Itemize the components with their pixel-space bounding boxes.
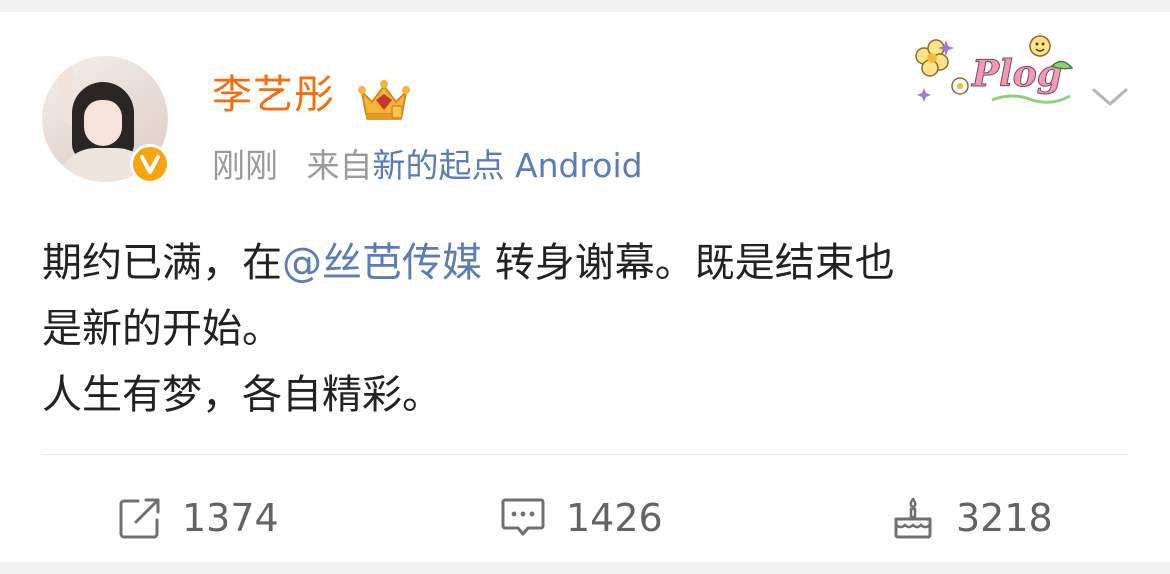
comment-button[interactable]: 1426 bbox=[500, 490, 663, 546]
share-icon bbox=[119, 498, 160, 539]
like-count: 3218 bbox=[956, 496, 1053, 540]
post-content: 期约已满，在@丝芭传媒 转身谢幕。既是结束也 是新的开始。 人生有梦，各自精彩。 bbox=[42, 230, 1132, 428]
birthday-cake-like-icon bbox=[894, 497, 932, 539]
plog-text: Plog bbox=[971, 53, 1062, 95]
content-line-1: 期约已满，在@丝芭传媒 转身谢幕。既是结束也 bbox=[42, 230, 1132, 296]
weibo-post-card: 李艺彤 刚刚 来自新的起点 Android Plog 期约已满，在@丝芭传媒 转… bbox=[0, 12, 1170, 562]
content-line-3: 人生有梦，各自精彩。 bbox=[42, 372, 442, 418]
comment-count: 1426 bbox=[566, 496, 663, 540]
content-line-2: 是新的开始。 bbox=[42, 306, 282, 352]
divider bbox=[42, 454, 1128, 455]
post-time: 刚刚 bbox=[212, 146, 278, 185]
author-name[interactable]: 李艺彤 bbox=[212, 70, 335, 120]
mention-link[interactable]: @丝芭传媒 bbox=[282, 240, 482, 286]
share-count: 1374 bbox=[182, 496, 279, 540]
plog-sticker-icon: Plog bbox=[915, 35, 1074, 104]
content-text: 转身谢幕。既是结束也 bbox=[482, 240, 895, 286]
comment-icon bbox=[501, 498, 545, 536]
post-meta: 刚刚 来自新的起点 Android bbox=[212, 144, 643, 188]
flower-icon bbox=[915, 39, 949, 77]
source-app-link[interactable]: 新的起点 Android bbox=[373, 146, 643, 185]
v-badge-icon bbox=[130, 144, 170, 184]
crown-icon[interactable] bbox=[356, 78, 412, 124]
chevron-down-icon[interactable] bbox=[1090, 82, 1130, 112]
share-button[interactable]: 1374 bbox=[118, 490, 279, 546]
like-button[interactable]: 3218 bbox=[890, 490, 1053, 546]
content-text: 期约已满，在 bbox=[42, 240, 282, 286]
source-prefix: 来自 bbox=[306, 146, 373, 185]
